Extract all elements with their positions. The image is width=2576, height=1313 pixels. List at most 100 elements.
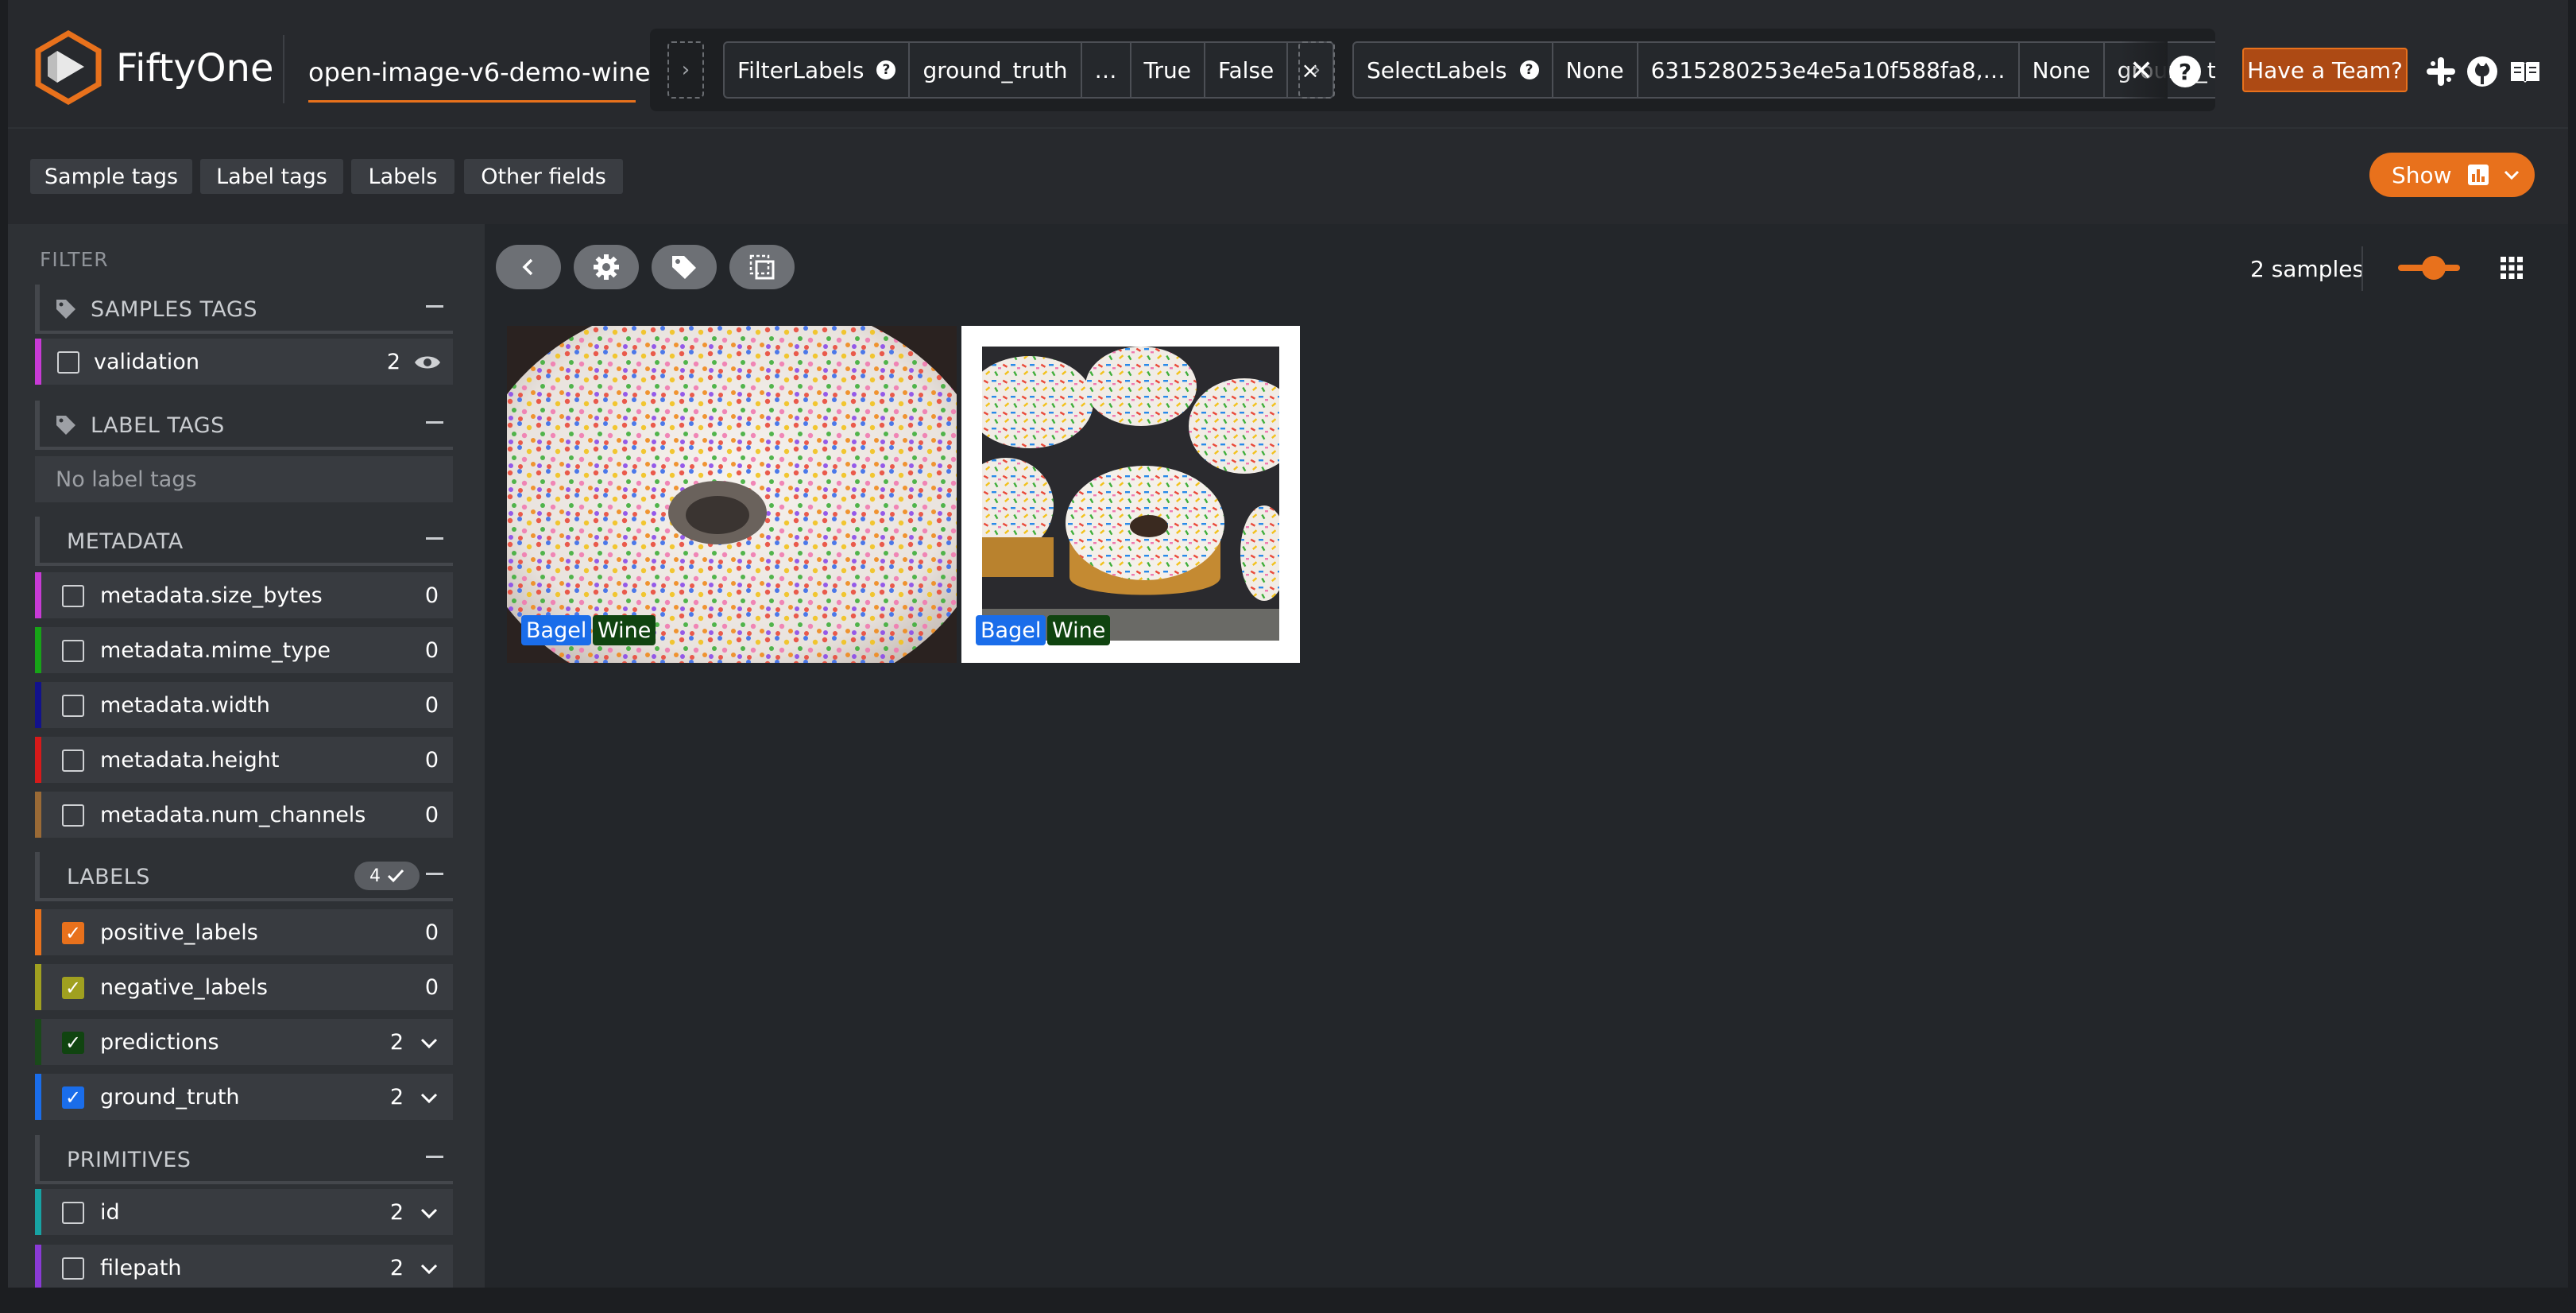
field-label: metadata.num_channels: [100, 803, 366, 827]
grid-zoom-slider[interactable]: [2398, 256, 2460, 280]
collapse-icon[interactable]: [426, 537, 443, 540]
field-row-metadata-width[interactable]: metadata.width 0: [35, 682, 453, 728]
stage-param-2[interactable]: 6315280253e4e5a10f588fa8,…: [1638, 43, 2020, 97]
section-title: SAMPLES TAGS: [91, 297, 257, 322]
checkbox[interactable]: [62, 804, 84, 827]
check-icon: [387, 869, 404, 883]
stage-false-param[interactable]: False: [1205, 43, 1289, 97]
checkbox[interactable]: [62, 1257, 84, 1280]
label-chip-ground-truth: Bagel: [976, 615, 1046, 645]
checkbox-checked[interactable]: ✓: [62, 1086, 84, 1109]
field-count: 0: [424, 748, 439, 773]
field-row-metadata-height[interactable]: metadata.height 0: [35, 737, 453, 783]
grid-layout-icon[interactable]: [2500, 256, 2524, 280]
checkbox[interactable]: [62, 749, 84, 772]
section-metadata[interactable]: METADATA: [35, 517, 453, 566]
stage-filter-labels[interactable]: FilterLabels ? ground_truth … True False…: [723, 41, 1334, 99]
checkbox[interactable]: [57, 351, 79, 374]
app-window: FiftyOne open-image-v6-demo-wine › Filte…: [8, 0, 2568, 1288]
docs-icon[interactable]: [2508, 54, 2543, 89]
view-help-icon[interactable]: ?: [2169, 56, 2201, 87]
collapse-icon[interactable]: [426, 873, 443, 875]
dataset-selector[interactable]: open-image-v6-demo-wine: [308, 57, 651, 87]
section-sample-tags[interactable]: SAMPLES TAGS: [35, 285, 453, 334]
sample-tile-2[interactable]: Bagel Wine: [961, 326, 1300, 663]
checkbox[interactable]: [62, 585, 84, 607]
stage-param-3[interactable]: None: [2020, 43, 2105, 97]
checkbox[interactable]: [62, 640, 84, 662]
field-row-metadata-num-channels[interactable]: metadata.num_channels 0: [35, 792, 453, 838]
tag-button[interactable]: [652, 245, 717, 289]
stage-name-cell[interactable]: FilterLabels ?: [725, 43, 911, 97]
brand-name[interactable]: FiftyOne: [116, 46, 273, 91]
chevron-left-icon: [522, 258, 533, 276]
stage-field-param[interactable]: ground_truth: [910, 43, 1082, 97]
select-samples-button[interactable]: [729, 245, 795, 289]
field-color-bar: [35, 1189, 41, 1235]
github-icon[interactable]: [2465, 54, 2500, 89]
field-color-bar: [35, 572, 41, 618]
field-row-negative-labels[interactable]: ✓ negative_labels 0: [35, 964, 453, 1010]
field-color-bar: [35, 909, 41, 955]
labels-count-badge[interactable]: 4: [354, 862, 420, 890]
empty-label-tags-text: No label tags: [56, 467, 197, 492]
collapse-icon[interactable]: [426, 1156, 443, 1158]
field-row-positive-labels[interactable]: ✓ positive_labels 0: [35, 909, 453, 955]
stage-select-labels[interactable]: SelectLabels ? None 6315280253e4e5a10f58…: [1352, 41, 2215, 99]
stage-true-param[interactable]: True: [1131, 43, 1205, 97]
chevron-down-icon[interactable]: [418, 1202, 440, 1224]
clear-view-button[interactable]: ✕: [2129, 57, 2153, 86]
field-count: 2: [386, 350, 400, 374]
field-row-metadata-mime-type[interactable]: metadata.mime_type 0: [35, 627, 453, 673]
chevron-down-icon[interactable]: [418, 1257, 440, 1280]
field-label: negative_labels: [100, 975, 268, 1000]
slider-thumb[interactable]: [2422, 256, 2446, 280]
checkbox-checked[interactable]: ✓: [62, 977, 84, 999]
chevron-down-icon[interactable]: [418, 1086, 440, 1109]
checkbox[interactable]: [62, 1202, 84, 1224]
stage-more-param[interactable]: …: [1082, 43, 1131, 97]
fiftyone-logo-icon[interactable]: [29, 27, 108, 107]
stage-param-1[interactable]: None: [1553, 43, 1638, 97]
sample-tile-1[interactable]: Bagel Wine: [507, 326, 957, 663]
chevron-down-icon: [2504, 170, 2519, 180]
show-button-label: Show: [2392, 161, 2452, 188]
have-a-team-button[interactable]: Have a Team?: [2242, 48, 2408, 92]
eye-icon[interactable]: [413, 351, 442, 374]
checkbox-checked[interactable]: ✓: [62, 922, 84, 944]
checkbox-checked[interactable]: ✓: [62, 1032, 84, 1054]
view-bar[interactable]: › FilterLabels ? ground_truth … True Fal…: [650, 29, 2215, 111]
section-label-tags[interactable]: LABEL TAGS: [35, 401, 453, 450]
field-row-id[interactable]: id 2: [35, 1189, 453, 1235]
filter-title: FILTER: [40, 248, 109, 271]
stage-help-icon[interactable]: ?: [1519, 60, 1539, 79]
section-title: METADATA: [67, 529, 184, 554]
chevron-down-icon[interactable]: [418, 1032, 440, 1054]
field-color-bar: [35, 339, 41, 385]
label-chip-predictions: Wine: [593, 615, 656, 645]
header-divider: [283, 35, 284, 103]
field-row-ground-truth[interactable]: ✓ ground_truth 2: [35, 1074, 453, 1120]
collapse-icon[interactable]: [426, 305, 443, 308]
sample-tag-row-validation[interactable]: validation 2: [35, 339, 453, 385]
tab-labels[interactable]: Labels: [351, 159, 454, 194]
section-primitives[interactable]: PRIMITIVES: [35, 1135, 453, 1184]
slack-icon[interactable]: [2423, 54, 2458, 89]
settings-button[interactable]: [574, 245, 639, 289]
tab-other-fields[interactable]: Other fields: [464, 159, 623, 194]
stage-help-icon[interactable]: ?: [876, 60, 896, 79]
field-row-predictions[interactable]: ✓ predictions 2: [35, 1019, 453, 1065]
section-labels[interactable]: LABELS 4: [35, 852, 453, 901]
tab-sample-tags[interactable]: Sample tags: [30, 159, 192, 194]
field-row-filepath[interactable]: filepath 2: [35, 1245, 453, 1288]
field-label: metadata.width: [100, 693, 270, 718]
stage-name-cell[interactable]: SelectLabels ?: [1354, 43, 1553, 97]
collapse-icon[interactable]: [426, 421, 443, 424]
show-plots-button[interactable]: Show: [2369, 153, 2535, 197]
tab-label-tags[interactable]: Label tags: [200, 159, 343, 194]
sidebar-toggle-button[interactable]: [496, 245, 561, 289]
add-stage-arrow-1[interactable]: ›: [667, 41, 704, 99]
field-row-metadata-size-bytes[interactable]: metadata.size_bytes 0: [35, 572, 453, 618]
add-stage-arrow-2[interactable]: ›: [1298, 41, 1335, 99]
checkbox[interactable]: [62, 695, 84, 717]
